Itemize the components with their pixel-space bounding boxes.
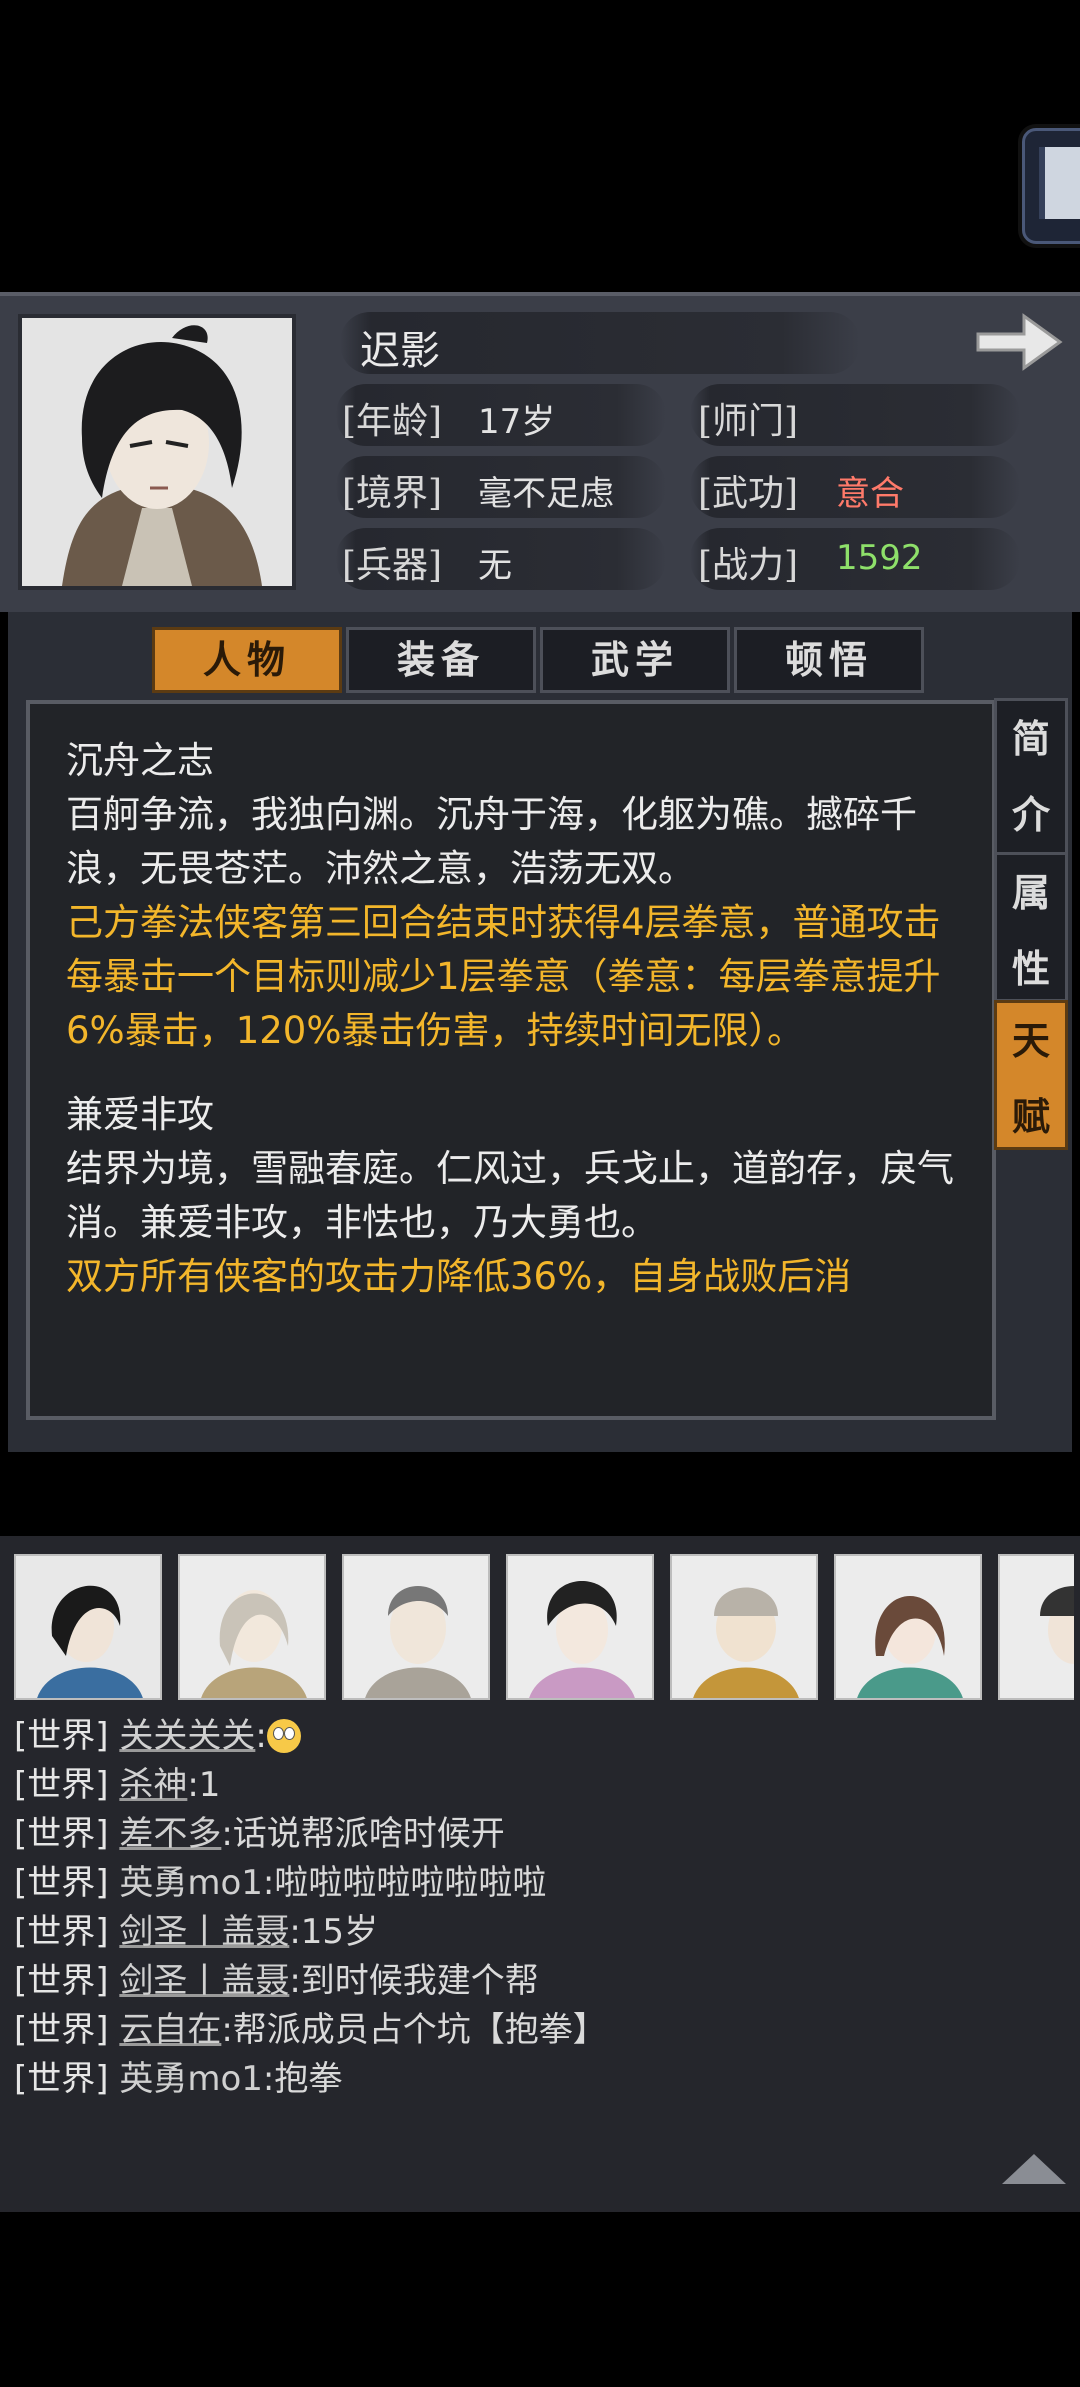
chat-message[interactable]: [世界] 差不多:话说帮派啥时候开 bbox=[14, 1806, 505, 1855]
chat-text: :1 bbox=[187, 1765, 221, 1805]
chat-channel: [世界] bbox=[14, 1863, 109, 1903]
chat-channel: [世界] bbox=[14, 1765, 109, 1805]
player-avatar[interactable] bbox=[998, 1554, 1074, 1700]
chat-text: :15岁 bbox=[289, 1912, 379, 1952]
chat-username[interactable]: 剑圣丨盖聂 bbox=[119, 1912, 289, 1952]
side-tab-char: 赋 bbox=[1011, 1094, 1050, 1139]
chat-text: :话说帮派啥时候开 bbox=[221, 1814, 505, 1854]
side-tab-intro[interactable]: 简 介 bbox=[994, 698, 1068, 856]
chat-username[interactable]: 英勇mo1 bbox=[119, 1863, 263, 1903]
player-avatar[interactable] bbox=[178, 1554, 326, 1700]
name-text: 迟影 bbox=[360, 328, 440, 374]
weapon-label: [兵器] bbox=[342, 545, 443, 586]
chat-text: :到时候我建个帮 bbox=[289, 1961, 539, 2001]
age-value: 17岁 bbox=[478, 402, 556, 442]
chat-username[interactable]: 英勇mo1 bbox=[119, 2059, 263, 2099]
power-value: 1592 bbox=[836, 538, 923, 578]
chat-message[interactable]: [世界] 英勇mo1:啦啦啦啦啦啦啦啦 bbox=[14, 1855, 546, 1904]
chat-text: :啦啦啦啦啦啦啦啦 bbox=[262, 1863, 547, 1903]
side-tab-attributes[interactable]: 属 性 bbox=[994, 852, 1068, 1002]
chat-message[interactable]: [世界] 剑圣丨盖聂:到时候我建个帮 bbox=[14, 1953, 539, 2002]
player-avatar[interactable] bbox=[14, 1554, 162, 1700]
tab-character[interactable]: 人物 bbox=[152, 627, 342, 693]
martial-label: [武功] bbox=[698, 473, 799, 514]
chat-text: :抱拳 bbox=[262, 2059, 343, 2099]
chat-expand-triangle-icon[interactable] bbox=[1002, 2154, 1066, 2184]
chat-channel: [世界] bbox=[14, 1912, 109, 1952]
codex-book-icon[interactable] bbox=[1022, 128, 1080, 244]
chat-username[interactable]: 杀神 bbox=[119, 1765, 187, 1805]
chat-channel: [世界] bbox=[14, 1814, 109, 1854]
chat-username[interactable]: 差不多 bbox=[119, 1814, 221, 1854]
age-label: [年龄] bbox=[342, 401, 443, 442]
talent-title: 沉舟之志 bbox=[66, 739, 214, 782]
chat-channel: [世界] bbox=[14, 1716, 109, 1756]
chat-username[interactable]: 剑圣丨盖聂 bbox=[119, 1961, 289, 2001]
talent-effect: 双方所有侠客的攻击力降低36%，自身战败后消 bbox=[66, 1255, 852, 1298]
character-name: 迟影 bbox=[340, 312, 860, 374]
side-tab-char: 性 bbox=[1011, 946, 1050, 991]
tab-martial-arts[interactable]: 武学 bbox=[540, 627, 730, 693]
player-avatar[interactable] bbox=[506, 1554, 654, 1700]
martial-value: 意合 bbox=[836, 474, 904, 514]
tab-equipment[interactable]: 装备 bbox=[346, 627, 536, 693]
player-avatar[interactable] bbox=[342, 1554, 490, 1700]
realm-label: [境界] bbox=[342, 473, 443, 514]
player-avatar[interactable] bbox=[834, 1554, 982, 1700]
talent-title: 兼爱非攻 bbox=[66, 1093, 214, 1136]
chat-channel: [世界] bbox=[14, 2010, 109, 2050]
side-tab-talent[interactable]: 天 赋 bbox=[994, 1000, 1068, 1150]
talent-description: 结界为境，雪融春庭。仁风过，兵戈止，道韵存，戾气消。兼爱非攻，非怯也，乃大勇也。 bbox=[66, 1147, 954, 1244]
talent-effect: 己方拳法侠客第三回合结束时获得4层拳意，普通攻击每暴击一个目标则减少1层拳意（拳… bbox=[66, 901, 941, 1052]
chat-message[interactable]: [世界] 云自在:帮派成员占个坑【抱拳】 bbox=[14, 2002, 607, 2051]
player-avatar[interactable] bbox=[670, 1554, 818, 1700]
character-portrait bbox=[18, 314, 296, 590]
side-tab-char: 属 bbox=[1011, 870, 1050, 915]
chat-message[interactable]: [世界] 关关关关: bbox=[14, 1708, 301, 1757]
chat-username[interactable]: 云自在 bbox=[119, 2010, 221, 2050]
roll-eyes-emoji-icon bbox=[266, 1719, 301, 1753]
tab-enlightenment[interactable]: 顿悟 bbox=[734, 627, 924, 693]
chat-message[interactable]: [世界] 剑圣丨盖聂:15岁 bbox=[14, 1904, 378, 1953]
weapon-value: 无 bbox=[478, 546, 512, 586]
side-tab-char: 介 bbox=[1011, 792, 1050, 837]
chat-text: :帮派成员占个坑【抱拳】 bbox=[221, 2010, 607, 2050]
chat-message[interactable]: [世界] 英勇mo1:抱拳 bbox=[14, 2051, 342, 2100]
side-tab-char: 简 bbox=[1011, 716, 1050, 761]
talent-description: 百舸争流，我独向渊。沉舟于海，化躯为礁。撼碎千浪，无畏苍茫。沛然之意，浩荡无双。 bbox=[66, 793, 917, 890]
side-tab-char: 天 bbox=[1011, 1018, 1050, 1063]
power-label: [战力] bbox=[698, 545, 799, 586]
chat-text: : bbox=[255, 1716, 267, 1756]
next-arrow-icon[interactable] bbox=[972, 308, 1064, 376]
chat-channel: [世界] bbox=[14, 1961, 109, 2001]
chat-channel: [世界] bbox=[14, 2059, 109, 2099]
online-players-strip[interactable] bbox=[14, 1554, 1074, 1700]
chat-username[interactable]: 关关关关 bbox=[119, 1716, 255, 1756]
chat-message[interactable]: [世界] 杀神:1 bbox=[14, 1757, 220, 1806]
realm-value: 毫不足虑 bbox=[478, 474, 614, 514]
sect-label: [师门] bbox=[698, 401, 799, 442]
talent-content[interactable]: 沉舟之志 百舸争流，我独向渊。沉舟于海，化躯为礁。撼碎千浪，无畏苍茫。沛然之意，… bbox=[26, 700, 996, 1420]
